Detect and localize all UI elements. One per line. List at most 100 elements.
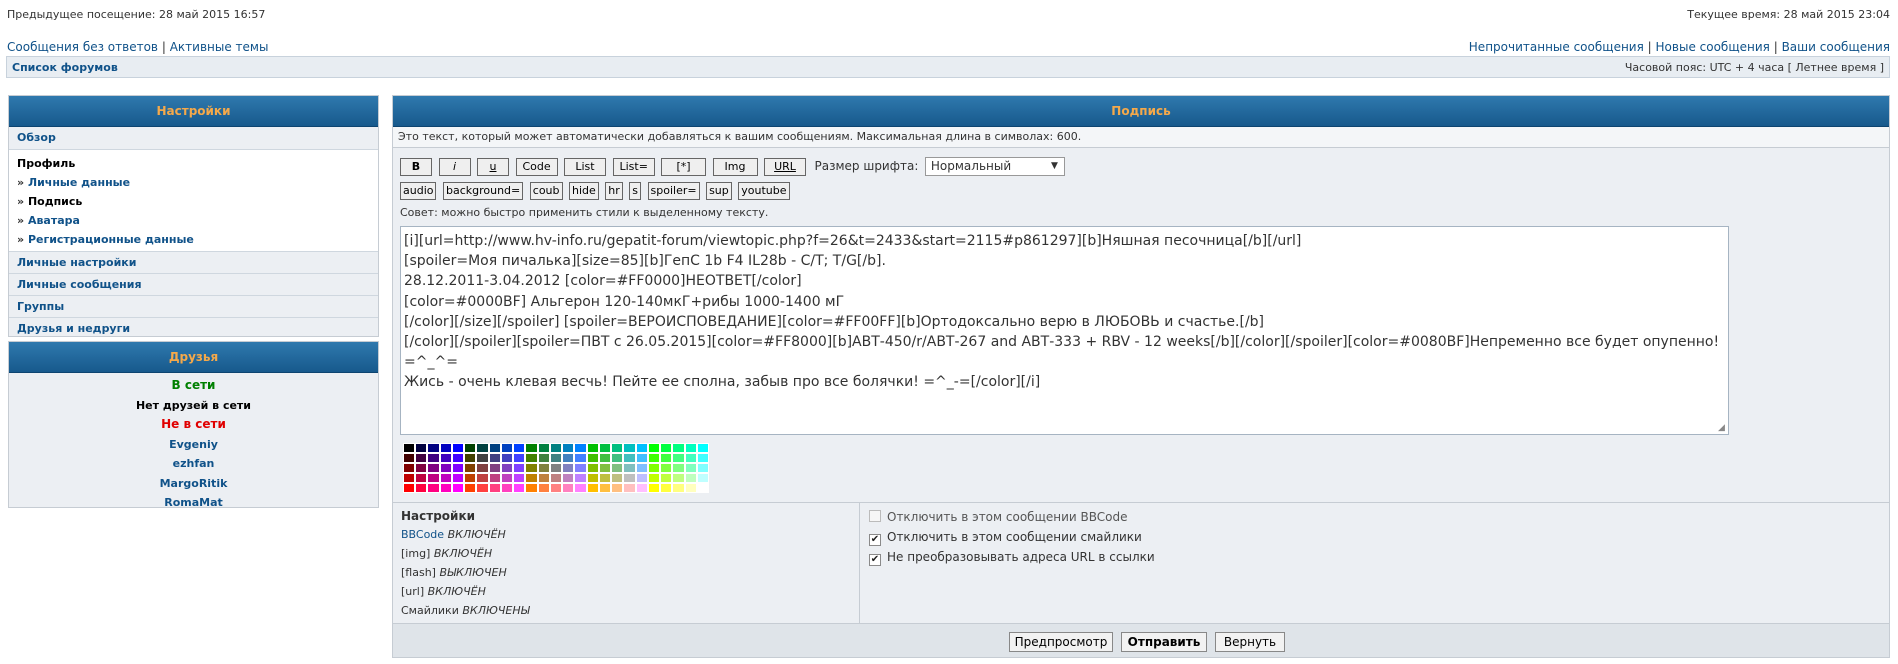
your-posts-link[interactable]: Ваши сообщения [1782,40,1890,54]
unanswered-posts-link[interactable]: Сообщения без ответов [7,40,158,54]
color-swatch[interactable] [586,483,599,493]
color-swatch[interactable] [403,453,416,463]
color-swatch[interactable] [403,483,416,493]
color-swatch[interactable] [672,483,685,493]
color-swatch[interactable] [476,483,489,493]
color-swatch[interactable] [574,483,587,493]
color-swatch[interactable] [660,453,673,463]
color-swatch[interactable] [439,463,452,473]
color-swatch[interactable] [623,473,636,483]
color-swatch[interactable] [439,483,452,493]
color-swatch[interactable] [562,443,575,453]
color-swatch[interactable] [451,463,465,473]
sidebar-item-overview[interactable]: Обзор [9,127,378,149]
color-swatch[interactable] [439,473,452,483]
color-swatch[interactable] [415,453,428,463]
coub-tag-button[interactable]: coub [529,182,563,200]
color-swatch[interactable] [476,473,489,483]
color-swatch[interactable] [623,443,636,453]
image-button[interactable]: Img [712,157,758,176]
color-swatch[interactable] [451,473,465,483]
color-swatch[interactable] [647,463,661,473]
sidebar-item-avatar[interactable]: » Аватара [9,211,378,230]
color-swatch[interactable] [403,473,416,483]
color-swatch[interactable] [623,483,636,493]
color-swatch[interactable] [696,463,709,473]
color-swatch[interactable] [598,453,612,463]
color-swatch[interactable] [427,453,440,463]
sidebar-item-signature[interactable]: » Подпись [9,192,378,211]
forum-index-link[interactable]: Список форумов [12,61,118,74]
color-swatch[interactable] [513,483,526,493]
audio-tag-button[interactable]: audio [400,182,437,200]
color-swatch[interactable] [684,473,697,483]
color-swatch[interactable] [635,483,648,493]
youtube-tag-button[interactable]: youtube [738,182,790,200]
color-swatch[interactable] [476,443,489,453]
color-swatch[interactable] [598,483,612,493]
friend-link[interactable]: MargoRitik [160,477,228,490]
friend-link[interactable]: RomaMat [164,496,223,509]
sidebar-item-personal-data[interactable]: » Личные данные [9,173,378,192]
sidebar-item-label[interactable]: Регистрационные данные [28,233,194,246]
friend-list-item[interactable]: ezhfan [9,454,378,474]
color-swatch[interactable] [549,463,563,473]
color-swatch[interactable] [635,463,648,473]
color-swatch[interactable] [488,483,501,493]
color-swatch[interactable] [647,483,661,493]
background-tag-button[interactable]: background= [442,182,524,200]
sidebar-item-registration[interactable]: » Регистрационные данные [9,230,378,249]
color-swatch[interactable] [574,473,587,483]
color-swatch[interactable] [537,483,550,493]
color-swatch[interactable] [500,483,514,493]
color-swatch[interactable] [574,463,587,473]
color-swatch[interactable] [672,443,685,453]
italic-button[interactable]: i [438,157,471,176]
color-swatch[interactable] [488,463,501,473]
color-swatch[interactable] [513,443,526,453]
color-swatch[interactable] [500,453,514,463]
color-swatch[interactable] [684,463,697,473]
sidebar-item-private-messages[interactable]: Личные сообщения [9,273,378,295]
sidebar-item-label[interactable]: Подпись [28,195,82,208]
hide-tag-button[interactable]: hide [569,182,599,200]
disable-bbcode-checkbox[interactable] [869,510,881,522]
color-swatch[interactable] [684,453,697,463]
color-swatch[interactable] [611,463,624,473]
friend-list-item[interactable]: Evgeniy [9,435,378,455]
color-swatch[interactable] [537,463,550,473]
sidebar-item-label[interactable]: Личные данные [28,176,130,189]
friend-list-item[interactable]: MargoRitik [9,474,378,494]
submit-button[interactable]: Отправить [1121,632,1207,652]
color-swatch[interactable] [476,463,489,473]
color-swatch[interactable] [611,443,624,453]
spoiler-tag-button[interactable]: spoiler= [647,182,700,200]
color-swatch[interactable] [451,453,465,463]
resize-handle-icon[interactable]: ◢ [1718,423,1725,433]
sup-tag-button[interactable]: sup [706,182,732,200]
color-swatch[interactable] [427,483,440,493]
color-swatch[interactable] [574,443,587,453]
color-swatch[interactable] [635,443,648,453]
signature-textarea[interactable]: [i][url=http://www.hv-info.ru/gepatit-fo… [400,226,1729,435]
color-swatch[interactable] [537,453,550,463]
color-swatch[interactable] [525,473,538,483]
color-swatch[interactable] [611,453,624,463]
color-swatch[interactable] [488,453,501,463]
color-swatch[interactable] [647,473,661,483]
color-swatch[interactable] [684,443,697,453]
color-swatch[interactable] [660,443,673,453]
color-swatch[interactable] [611,483,624,493]
color-swatch[interactable] [672,453,685,463]
color-swatch[interactable] [623,453,636,463]
color-swatch[interactable] [464,463,477,473]
color-swatch[interactable] [696,473,709,483]
color-swatch[interactable] [586,443,599,453]
color-swatch[interactable] [696,483,709,493]
color-swatch[interactable] [549,443,563,453]
code-button[interactable]: Code [515,157,558,176]
color-swatch[interactable] [476,453,489,463]
color-palette[interactable] [403,443,709,493]
color-swatch[interactable] [415,473,428,483]
color-swatch[interactable] [513,453,526,463]
